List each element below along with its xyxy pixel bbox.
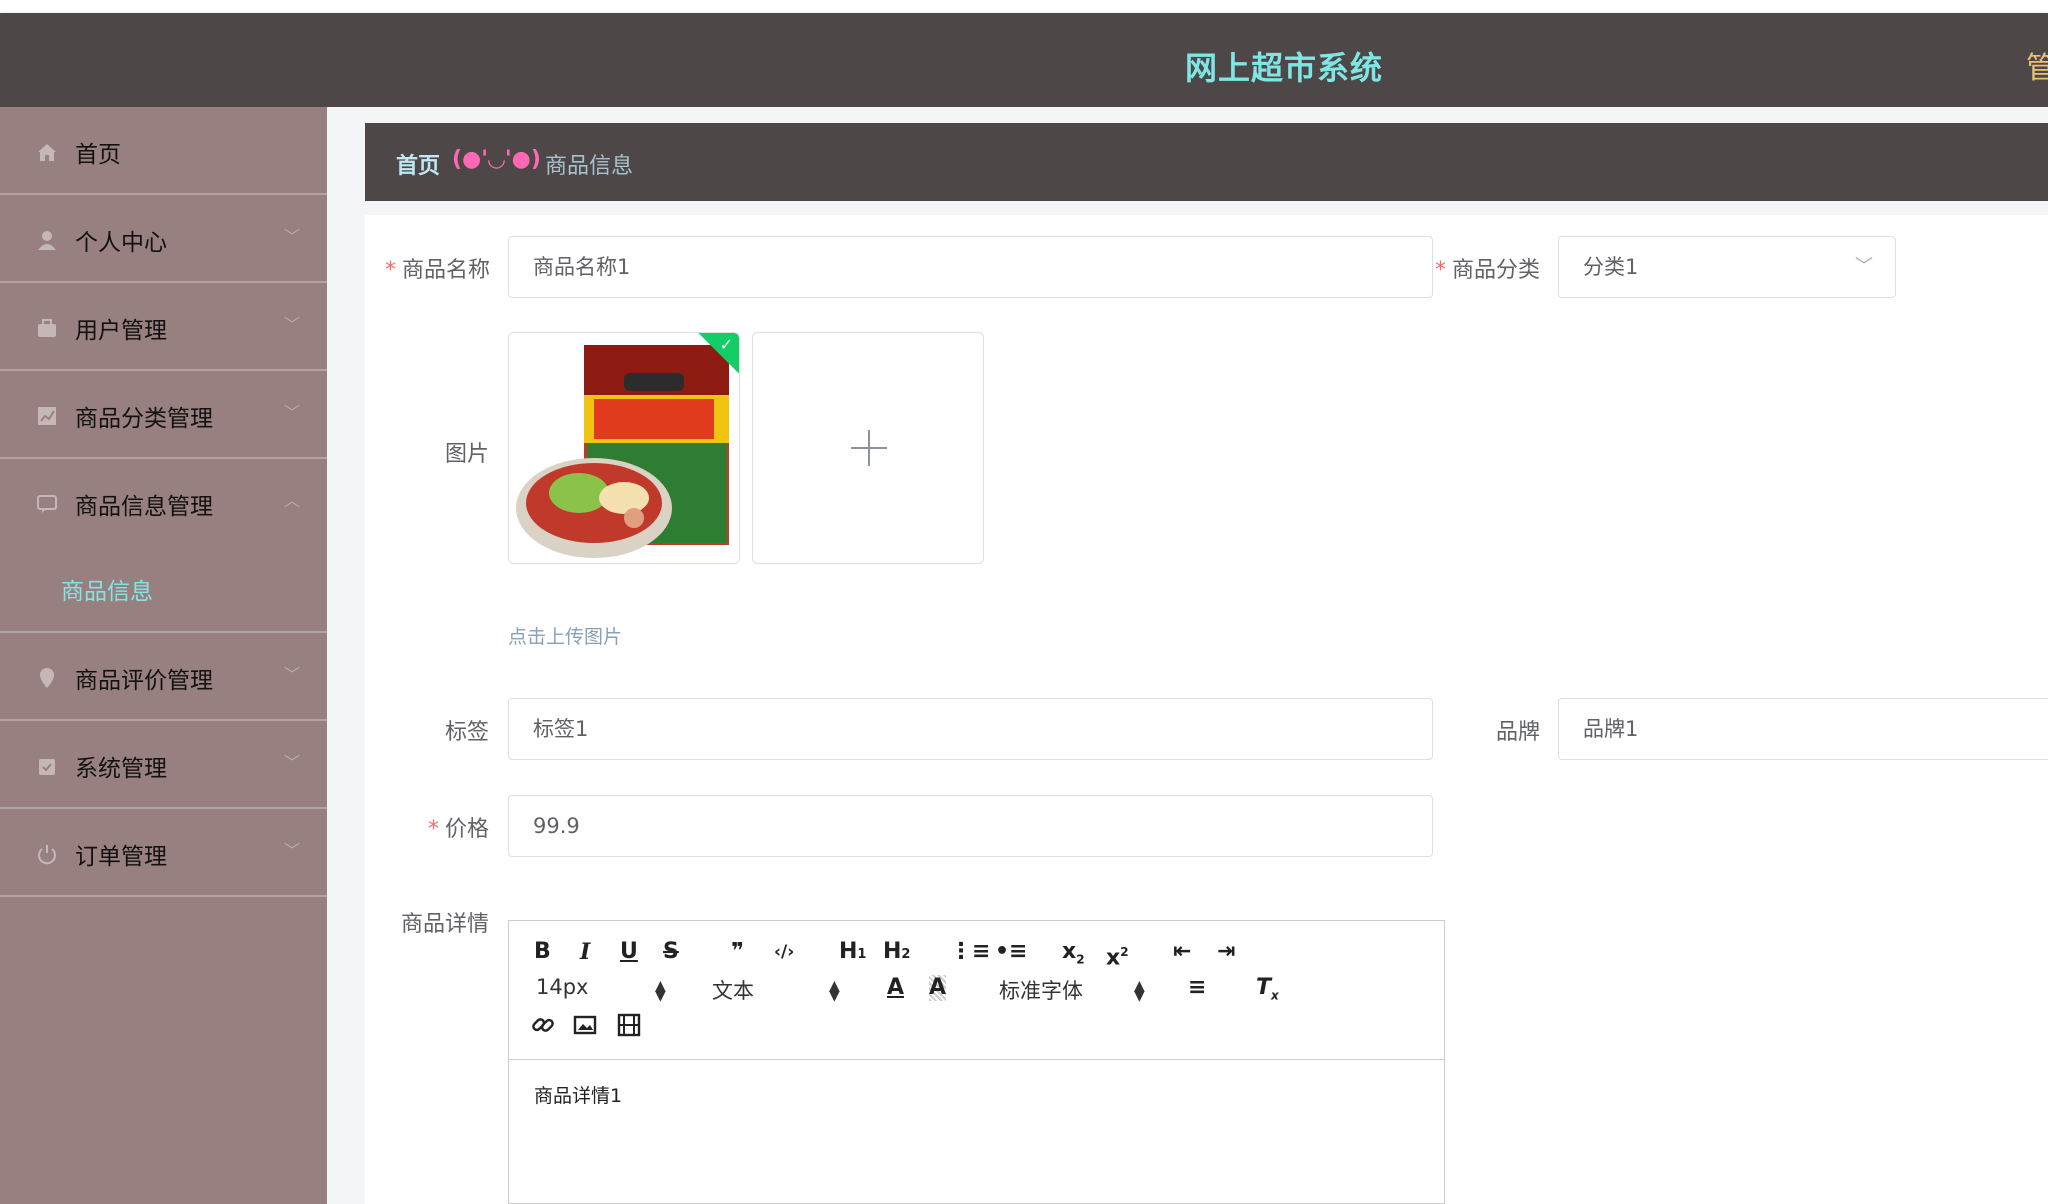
ordered-list-icon[interactable]: ⋮≡ xyxy=(950,939,990,965)
sidebar-item-category-management[interactable]: 商品分类管理 ﹀ xyxy=(0,371,327,459)
sidebar-item-user-management[interactable]: 用户管理 ﹀ xyxy=(0,283,327,371)
user-icon xyxy=(36,229,58,251)
calendar-check-icon xyxy=(36,755,58,777)
heading1-icon[interactable]: H1 xyxy=(839,939,866,968)
upload-tip: 点击上传图片 xyxy=(508,626,623,648)
font-size-select[interactable]: 14px xyxy=(536,975,588,999)
link-icon[interactable] xyxy=(531,1013,555,1044)
sidebar-item-label: 商品评价管理 xyxy=(75,668,213,694)
sidebar-item-label: 商品分类管理 xyxy=(75,406,213,432)
product-image xyxy=(509,333,739,563)
outdent-icon[interactable]: ⇤ xyxy=(1173,939,1191,965)
sidebar-item-home[interactable]: 首页 xyxy=(0,107,327,195)
category-label: * 商品分类 xyxy=(1435,258,1541,283)
strikethrough-icon[interactable]: S xyxy=(663,939,679,965)
align-icon[interactable]: ≡ xyxy=(1188,975,1206,1001)
price-input[interactable]: 99.9 xyxy=(508,795,1433,857)
brand-label: 品牌 xyxy=(1496,720,1541,745)
brand-input[interactable]: 品牌1 xyxy=(1558,698,2048,760)
sidebar-item-personal-center[interactable]: 个人中心 ﹀ xyxy=(0,195,327,283)
sidebar-item-order-management[interactable]: 订单管理 ﹀ xyxy=(0,809,327,897)
breadcrumb-current: 商品信息 xyxy=(545,154,634,179)
subscript-icon[interactable]: x2 xyxy=(1062,939,1085,972)
breadcrumb: 首页 (●'◡'●) 商品信息 xyxy=(365,123,2048,201)
tag-label: 标签 xyxy=(445,720,490,745)
bold-icon[interactable]: B xyxy=(534,939,551,965)
product-name-label: * 商品名称 xyxy=(385,258,491,283)
chevron-down-icon: ﹀ xyxy=(284,841,301,860)
updown-icon: ▲ ▼ xyxy=(1134,978,1145,1004)
sidebar-item-label: 商品信息管理 xyxy=(75,494,213,520)
image-icon[interactable] xyxy=(573,1013,597,1044)
superscript-icon[interactable]: x2 xyxy=(1106,939,1129,971)
chat-icon xyxy=(36,493,58,515)
breadcrumb-separator: (●'◡'●) xyxy=(452,147,541,172)
underline-icon[interactable]: U xyxy=(620,939,638,965)
category-select-value: 分类1 xyxy=(1583,255,1639,279)
home-icon xyxy=(36,141,58,163)
chevron-up-icon: ︿ xyxy=(284,491,301,510)
code-icon[interactable]: ‹/› xyxy=(774,939,794,965)
top-gap xyxy=(0,0,2048,13)
tag-input[interactable]: 标签1 xyxy=(508,698,1433,760)
indent-icon[interactable]: ⇥ xyxy=(1217,939,1235,965)
upload-add-button[interactable] xyxy=(752,332,984,564)
briefcase-icon xyxy=(36,317,58,339)
image-label: 图片 xyxy=(445,442,490,467)
uploaded-image-thumbnail[interactable]: ✓ xyxy=(508,332,740,564)
sidebar-item-label: 用户管理 xyxy=(75,318,167,344)
price-label: * 价格 xyxy=(428,817,490,842)
sidebar: 首页 个人中心 ﹀ 用户管理 ﹀ 商品分类管理 ﹀ 商品信息管理 ︿ 商品信息 xyxy=(0,107,327,1204)
rich-text-editor: B I U S ❞ ‹/› H1 H2 ⋮≡ •≡ x2 x2 ⇤ ⇥ 14px… xyxy=(508,920,1445,1204)
blockquote-icon[interactable]: ❞ xyxy=(731,939,744,965)
italic-icon[interactable]: I xyxy=(580,939,590,965)
product-name-input[interactable]: 商品名称1 xyxy=(508,236,1433,298)
category-select[interactable]: 分类1 ﹀ xyxy=(1558,236,1896,298)
chevron-down-icon: ﹀ xyxy=(284,665,301,684)
background-color-icon[interactable]: A xyxy=(929,975,947,1001)
breadcrumb-home[interactable]: 首页 xyxy=(396,148,440,180)
editor-toolbar: B I U S ❞ ‹/› H1 H2 ⋮≡ •≡ x2 x2 ⇤ ⇥ 14px… xyxy=(509,921,1444,1060)
sidebar-item-review-management[interactable]: 商品评价管理 ﹀ xyxy=(0,633,327,721)
check-icon: ✓ xyxy=(719,335,733,354)
chevron-down-icon: ﹀ xyxy=(284,315,301,334)
editor-content[interactable]: 商品详情1 xyxy=(534,1081,622,1108)
chart-icon xyxy=(36,405,58,427)
sidebar-subitem-label: 商品信息 xyxy=(61,579,153,605)
chevron-down-icon: ﹀ xyxy=(1855,256,1873,277)
video-icon[interactable] xyxy=(617,1013,641,1044)
sidebar-item-system-management[interactable]: 系统管理 ﹀ xyxy=(0,721,327,809)
app-title: 网上超市系统 xyxy=(1185,49,1384,87)
chevron-down-icon: ﹀ xyxy=(284,403,301,422)
clear-format-icon[interactable]: Tx xyxy=(1256,975,1279,1008)
sidebar-item-product-info-management[interactable]: 商品信息管理 ︿ xyxy=(0,459,327,547)
format-select[interactable]: 文本 xyxy=(712,975,754,1005)
font-color-icon[interactable]: A xyxy=(887,975,904,1001)
admin-text[interactable]: 管 xyxy=(2026,43,2048,87)
top-header: 网上超市系统 管 xyxy=(0,13,2048,107)
sidebar-item-label: 首页 xyxy=(75,142,121,168)
updown-icon: ▲ ▼ xyxy=(655,978,666,1004)
sidebar-item-label: 订单管理 xyxy=(75,844,167,870)
sidebar-item-label: 系统管理 xyxy=(75,756,167,782)
heading2-icon[interactable]: H2 xyxy=(883,939,910,968)
location-icon xyxy=(36,667,58,689)
font-family-select[interactable]: 标准字体 xyxy=(999,975,1083,1005)
bullet-list-icon[interactable]: •≡ xyxy=(995,939,1028,965)
chevron-down-icon: ﹀ xyxy=(284,227,301,246)
power-icon xyxy=(36,843,58,865)
detail-label: 商品详情 xyxy=(401,912,490,937)
sidebar-subitem-product-info[interactable]: 商品信息 xyxy=(0,546,327,633)
sidebar-item-label: 个人中心 xyxy=(75,230,167,256)
chevron-down-icon: ﹀ xyxy=(284,753,301,772)
updown-icon: ▲ ▼ xyxy=(829,978,840,1004)
